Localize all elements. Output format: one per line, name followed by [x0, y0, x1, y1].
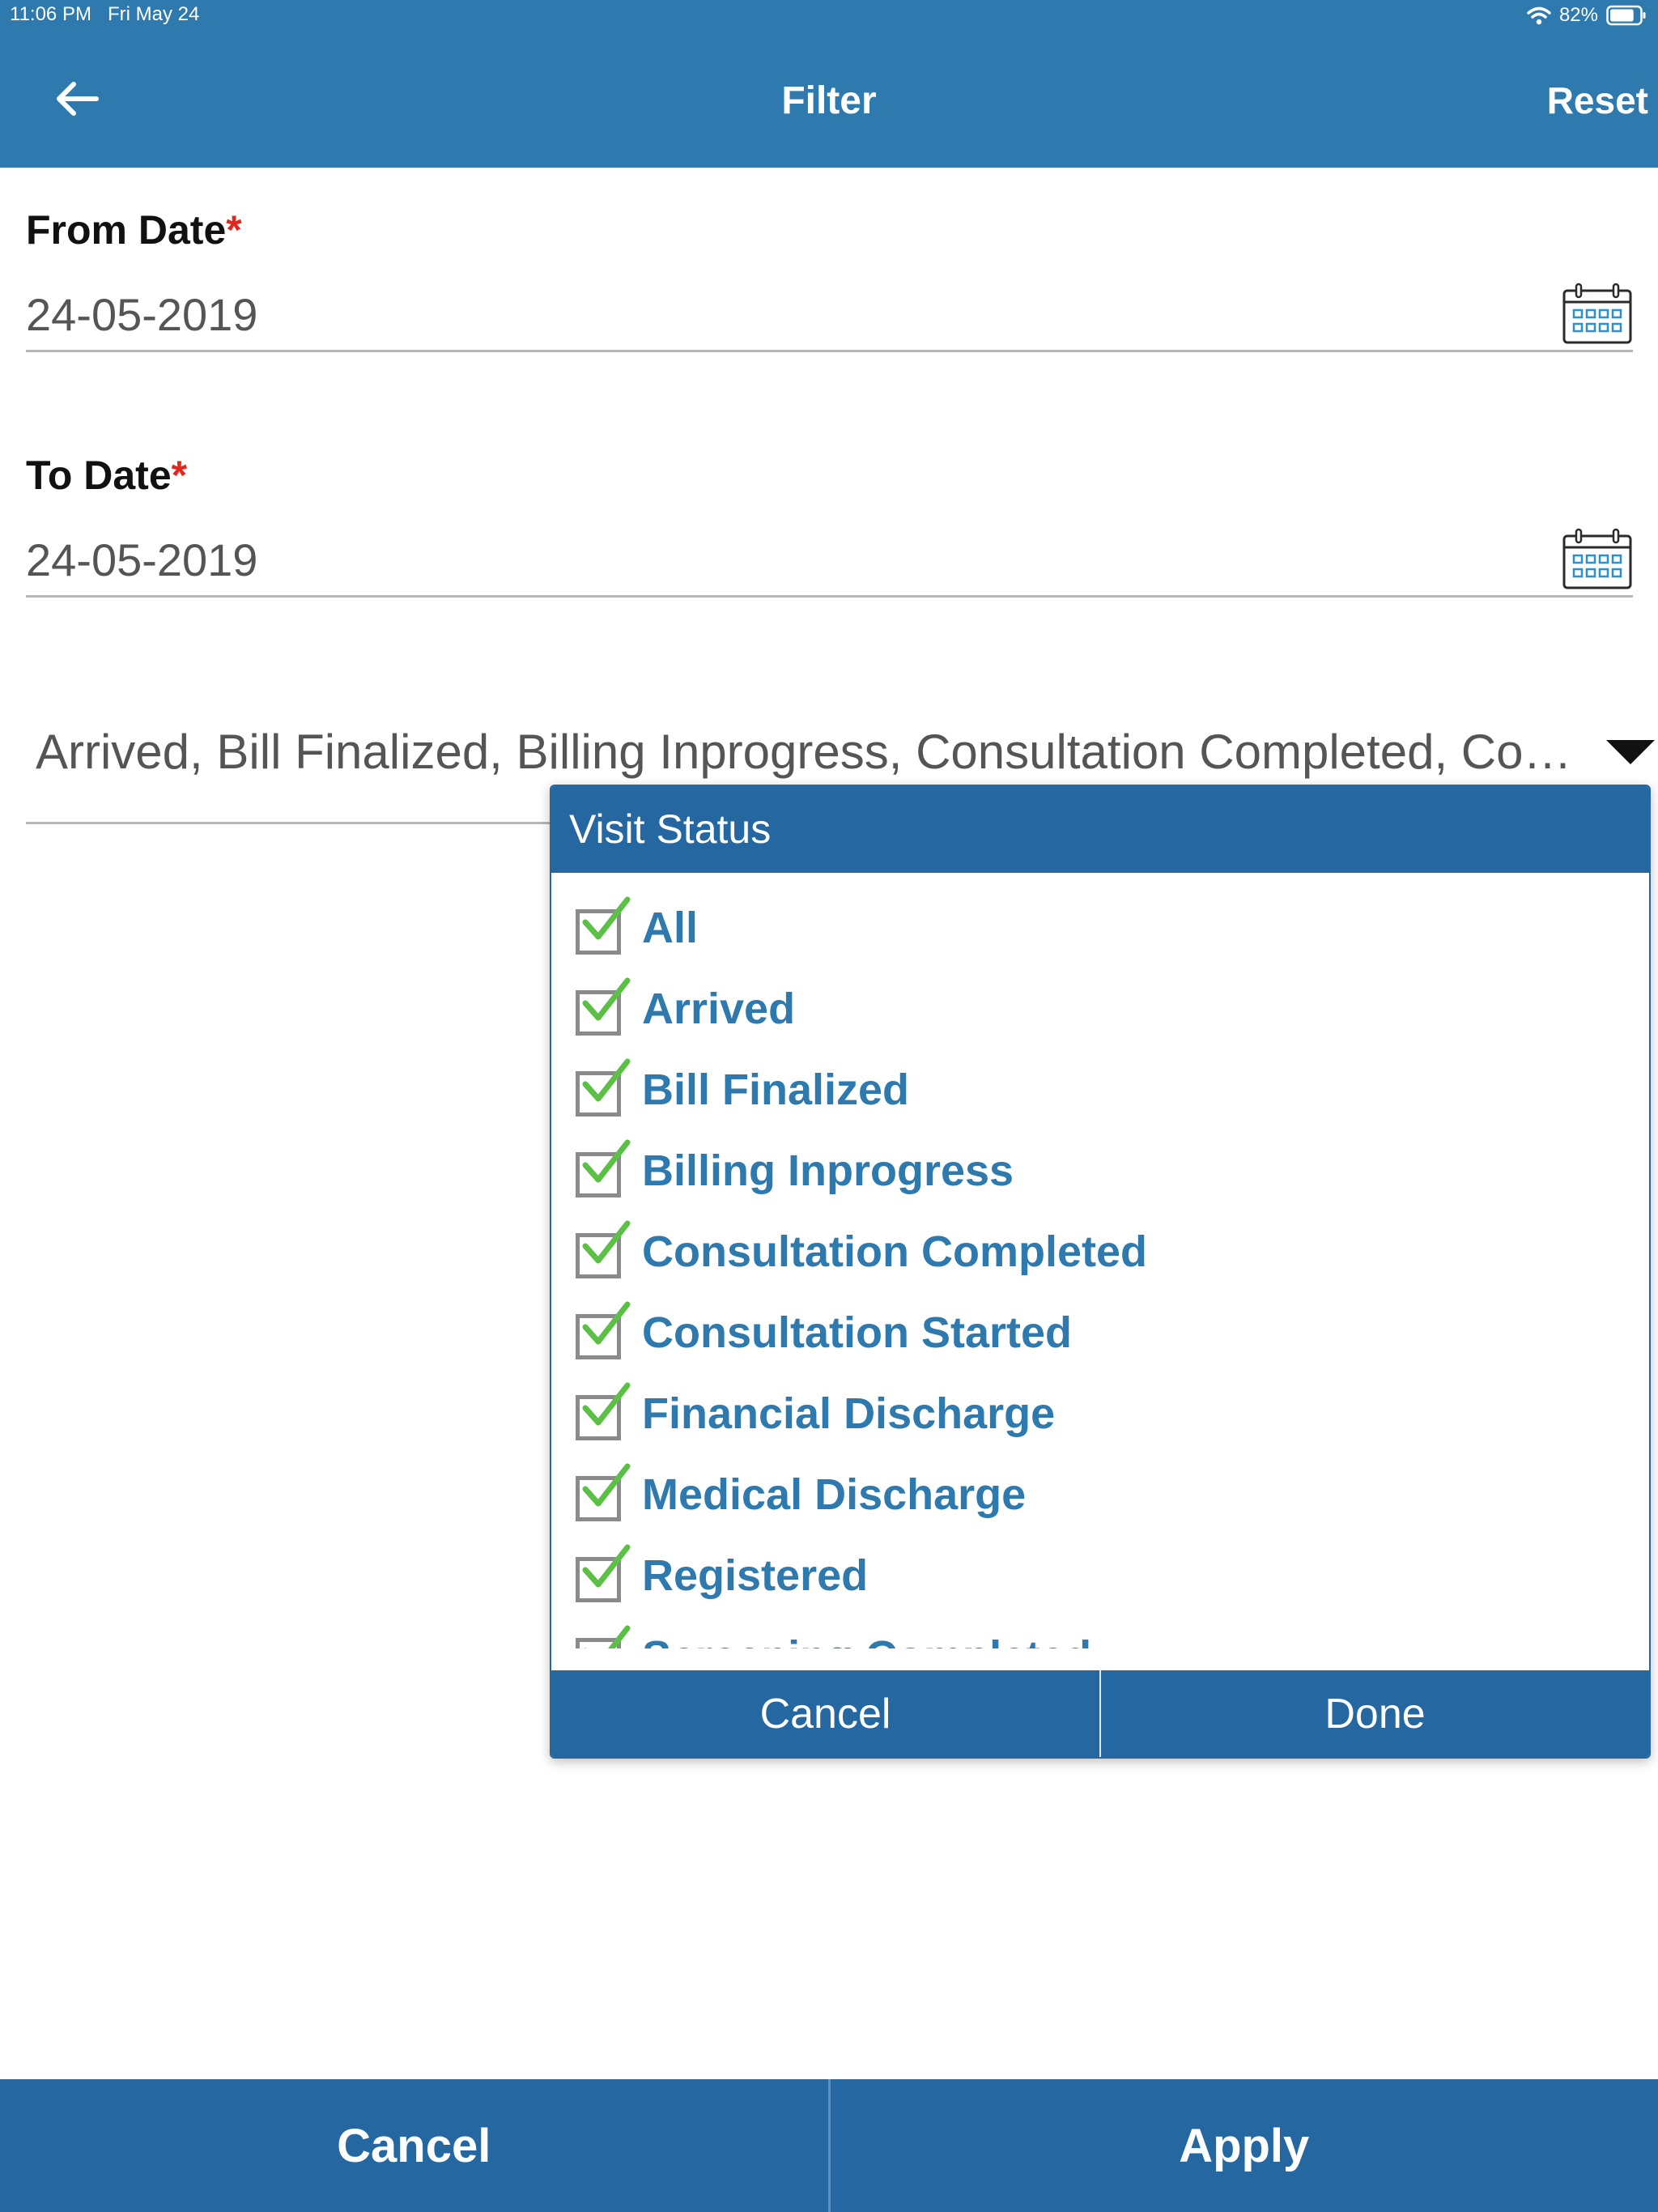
calendar-icon[interactable] — [1562, 528, 1632, 589]
checkbox[interactable] — [576, 1544, 631, 1602]
checkmark-icon — [582, 1058, 631, 1102]
from-date-label-text: From Date — [26, 207, 227, 253]
checkbox[interactable] — [576, 896, 631, 955]
page-title: Filter — [781, 79, 877, 122]
status-time: 11:06 PM — [10, 3, 91, 25]
status-date: Fri May 24 — [107, 3, 200, 25]
checkbox-option-label: Medical Discharge — [642, 1470, 1027, 1519]
to-date-input[interactable] — [26, 525, 1633, 598]
checkbox-option-label: Billing Inprogress — [642, 1146, 1014, 1195]
battery-percent: 82% — [1558, 4, 1598, 26]
from-date-input[interactable] — [26, 279, 1633, 352]
checkmark-icon — [584, 1625, 631, 1648]
checkbox-option-label: Consultation Completed — [642, 1227, 1147, 1276]
checkbox-option-label: Financial Discharge — [642, 1389, 1056, 1438]
checkbox-option-label: Bill Finalized — [642, 1066, 910, 1114]
wifi-icon — [1527, 6, 1551, 25]
reset-button[interactable]: Reset — [1547, 79, 1648, 122]
visit-status-popup: Visit Status All Arrived Bill Finalized Bil… — [550, 785, 1651, 1759]
checkbox[interactable] — [576, 1220, 631, 1278]
checkbox-option-label: Screening Completed — [642, 1631, 1091, 1648]
popup-title: Visit Status — [569, 806, 772, 852]
checkbox[interactable] — [576, 977, 631, 1036]
checkbox[interactable] — [576, 1625, 631, 1648]
popup-footer: Cancel Done — [551, 1670, 1649, 1757]
caret-down-icon — [1606, 740, 1655, 764]
required-mark: * — [226, 207, 242, 253]
visit-status-value: Arrived, Bill Finalized, Billing Inprogr… — [36, 725, 1572, 779]
checkbox-option-label: All — [642, 904, 699, 952]
checkmark-icon — [582, 1463, 631, 1507]
checkbox-option[interactable]: Consultation Completed — [576, 1219, 1147, 1284]
checkbox[interactable] — [576, 1058, 631, 1117]
from-date-label: From Date* — [26, 206, 242, 253]
checkmark-icon — [582, 1301, 631, 1345]
calendar-icon[interactable] — [1562, 283, 1632, 344]
battery-icon — [1606, 5, 1647, 26]
popup-done-button[interactable]: Done — [1101, 1670, 1649, 1757]
checkbox[interactable] — [576, 1139, 631, 1197]
popup-header: Visit Status — [551, 786, 1649, 873]
checkbox[interactable] — [576, 1382, 631, 1440]
checkbox-option[interactable]: Screening Completed — [576, 1624, 1091, 1648]
checkmark-icon — [582, 977, 631, 1021]
nav-header: 11:06 PM Fri May 24 82% Filter Reset — [0, 0, 1658, 168]
apply-button[interactable]: Apply — [831, 2079, 1658, 2212]
checkbox-option[interactable]: Financial Discharge — [576, 1381, 1055, 1446]
required-mark: * — [171, 453, 188, 498]
checkbox-option-label: Registered — [642, 1551, 869, 1600]
popup-option-list[interactable]: All Arrived Bill Finalized Billing Inprogre… — [551, 873, 1649, 1648]
checkmark-icon — [582, 1139, 631, 1183]
checkmark-icon — [582, 1544, 631, 1588]
checkbox-option[interactable]: Billing Inprogress — [576, 1138, 1014, 1203]
checkbox-option[interactable]: Consultation Started — [576, 1300, 1072, 1365]
to-date-label: To Date* — [26, 452, 187, 499]
cancel-button[interactable]: Cancel — [0, 2079, 828, 2212]
checkbox-option[interactable]: Registered — [576, 1543, 868, 1608]
checkbox[interactable] — [576, 1301, 631, 1359]
checkbox-option-label: Consultation Started — [642, 1308, 1073, 1357]
checkmark-icon — [582, 1220, 631, 1264]
to-date-label-text: To Date — [26, 453, 172, 498]
checkmark-icon — [582, 896, 631, 940]
checkbox-option-label: Arrived — [642, 985, 796, 1033]
popup-cancel-button[interactable]: Cancel — [551, 1670, 1099, 1757]
checkbox-option[interactable]: All — [576, 895, 698, 960]
checkbox-option[interactable]: Bill Finalized — [576, 1057, 909, 1122]
checkbox[interactable] — [576, 1463, 631, 1521]
status-bar-right: 82% — [1527, 3, 1647, 28]
checkbox-option[interactable]: Medical Discharge — [576, 1462, 1026, 1527]
checkbox-option[interactable]: Arrived — [576, 976, 795, 1041]
bottom-action-bar: Cancel Apply — [0, 2079, 1658, 2212]
checkmark-icon — [582, 1382, 631, 1426]
status-bar-time-date: 11:06 PM Fri May 24 — [10, 3, 199, 26]
